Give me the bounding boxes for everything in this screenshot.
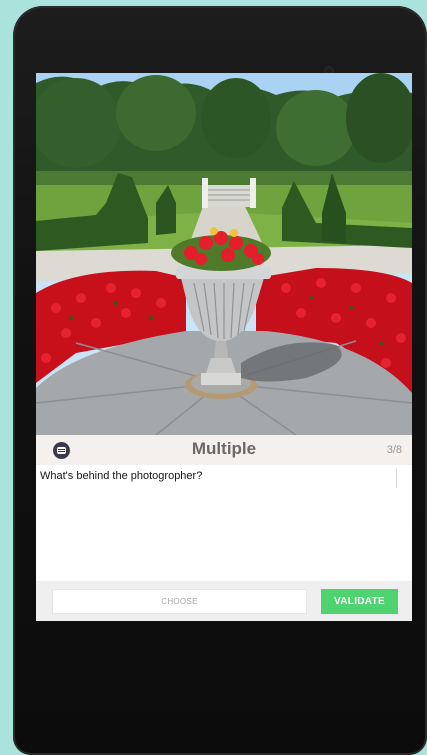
garden-photo <box>36 73 412 435</box>
question-text: What's behind the photogropher? <box>40 470 203 482</box>
question-header: Multiple 3/8 <box>36 435 412 465</box>
choose-button[interactable]: CHOOSE <box>52 589 307 614</box>
validate-button[interactable]: VALIDATE <box>321 589 398 614</box>
question-progress: 3/8 <box>386 444 402 456</box>
app-screen: Multiple 3/8 What's behind the photogrop… <box>36 73 412 621</box>
question-type-title: Multiple <box>191 439 257 458</box>
answer-area <box>36 491 412 581</box>
question-divider <box>396 468 397 488</box>
answer-footer: CHOOSE VALIDATE <box>36 581 412 621</box>
